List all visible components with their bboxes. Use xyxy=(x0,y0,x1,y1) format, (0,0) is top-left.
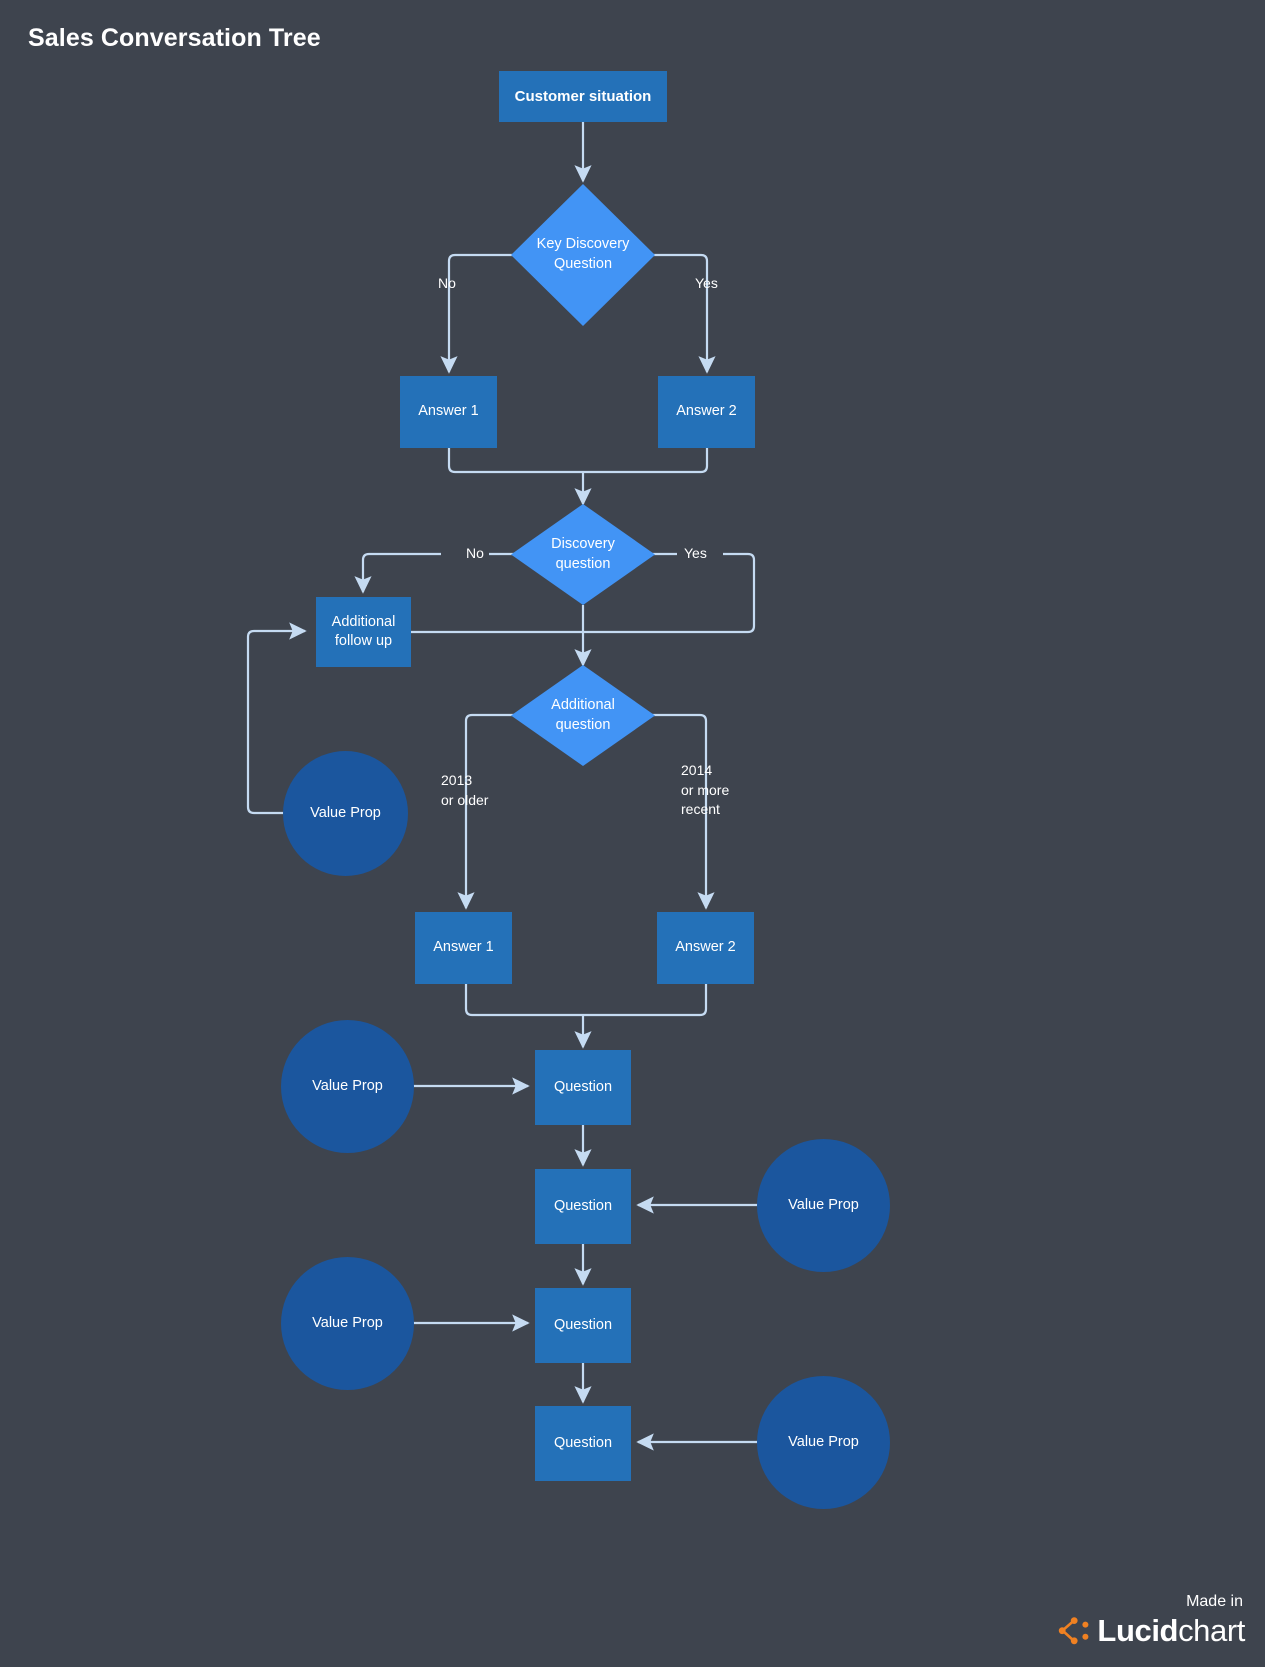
node-label: Value Prop xyxy=(312,1077,383,1094)
node-label: Customer situation xyxy=(514,87,652,105)
node-label: Answer 2 xyxy=(676,403,737,420)
edge-answer2-join xyxy=(583,448,709,474)
node-answer-2-top[interactable]: Answer 2 xyxy=(658,376,755,448)
node-label: Key Discovery Question xyxy=(536,236,630,272)
node-label: Answer 2 xyxy=(675,939,736,956)
node-answer-1-bottom[interactable]: Answer 1 xyxy=(415,912,512,984)
node-label: Discovery question xyxy=(551,535,615,572)
edge-label-additional-left: 2013 or older xyxy=(441,772,489,808)
lucidchart-brand-light: chart xyxy=(1178,1613,1245,1648)
node-additional-follow-up[interactable]: Additional follow up xyxy=(316,597,411,667)
edge-label-discovery-no: No xyxy=(466,545,484,561)
node-label: Additional question xyxy=(551,696,615,733)
node-label: Additional follow up xyxy=(331,613,396,649)
edge-key-no xyxy=(440,253,515,374)
lucidchart-wordmark: Lucidchart xyxy=(1097,1613,1245,1649)
lucidchart-brand-bold: Lucid xyxy=(1097,1613,1179,1648)
edge-answer1-join xyxy=(447,448,583,474)
node-value-prop-3[interactable]: Value Prop xyxy=(281,1257,414,1390)
edge-discovery-no-seg2 xyxy=(354,552,441,594)
node-label: Value Prop xyxy=(310,804,381,821)
node-label: Question xyxy=(553,1434,613,1451)
made-in-label: Made in xyxy=(1186,1593,1243,1610)
node-additional-question[interactable]: Additional question xyxy=(511,665,655,766)
edge-label-key-no: No xyxy=(438,275,456,291)
node-answer-2-bottom[interactable]: Answer 2 xyxy=(657,912,754,984)
node-label: Question xyxy=(553,1197,613,1214)
node-value-prop-4[interactable]: Value Prop xyxy=(757,1376,890,1509)
node-label: Question xyxy=(553,1316,613,1333)
node-label: Value Prop xyxy=(788,1196,859,1213)
page-title: Sales Conversation Tree xyxy=(28,24,321,52)
lucidchart-logo: Lucidchart xyxy=(1057,1613,1245,1649)
node-value-prop-followup[interactable]: Value Prop xyxy=(283,751,408,876)
node-label: Answer 1 xyxy=(418,403,479,420)
node-label: Answer 1 xyxy=(433,939,494,956)
node-value-prop-2[interactable]: Value Prop xyxy=(757,1139,890,1272)
node-question-4[interactable]: Question xyxy=(535,1406,631,1481)
edge-answer2b-join xyxy=(583,984,708,1017)
edge-label-discovery-yes: Yes xyxy=(684,545,707,561)
node-label: Value Prop xyxy=(788,1433,859,1450)
edge-label-key-yes: Yes xyxy=(695,275,718,291)
node-label: Question xyxy=(553,1078,613,1095)
node-question-3[interactable]: Question xyxy=(535,1288,631,1363)
edge-key-yes xyxy=(651,253,716,374)
node-answer-1-top[interactable]: Answer 1 xyxy=(400,376,497,448)
edge-additional-left xyxy=(457,713,515,910)
node-question-1[interactable]: Question xyxy=(535,1050,631,1125)
node-customer-situation[interactable]: Customer situation xyxy=(499,71,667,122)
node-label: Value Prop xyxy=(312,1314,383,1331)
diagram-canvas: Sales Conversation Tree Customer situati… xyxy=(0,0,1265,1667)
lucidchart-credit: Made in Lucidchart xyxy=(1057,1593,1245,1649)
node-question-2[interactable]: Question xyxy=(535,1169,631,1244)
edge-label-additional-right: 2014 or more recent xyxy=(681,762,730,818)
node-value-prop-1[interactable]: Value Prop xyxy=(281,1020,414,1153)
node-key-discovery-question[interactable]: Key Discovery Question xyxy=(511,184,655,326)
edge-answer1b-join xyxy=(464,984,583,1017)
node-discovery-question[interactable]: Discovery question xyxy=(511,504,655,605)
lucidchart-mark-icon xyxy=(1057,1616,1089,1646)
